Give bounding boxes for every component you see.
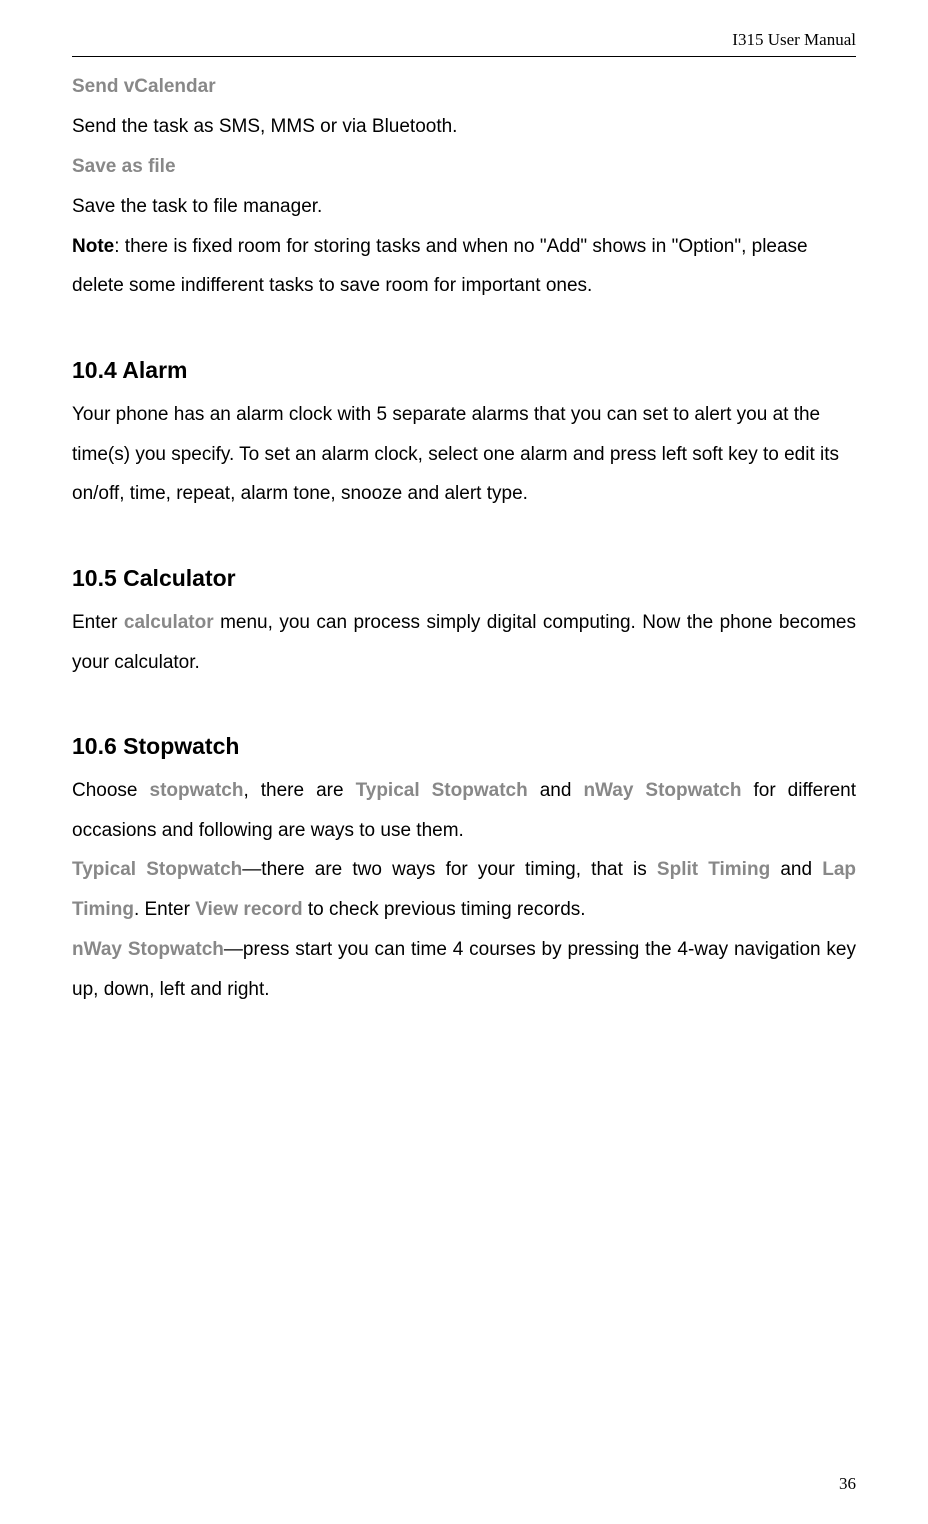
nway-stopwatch-body: nWay Stopwatch—press start you can time …	[72, 930, 856, 1010]
page-number: 36	[839, 1474, 856, 1494]
stopwatch-kw1: stopwatch	[150, 780, 244, 801]
send-vcalendar-body: Send the task as SMS, MMS or via Bluetoo…	[72, 107, 856, 147]
typical-mid2: and	[770, 859, 822, 880]
note-body: : there is fixed room for storing tasks …	[72, 236, 808, 297]
note-label: Note	[72, 236, 114, 257]
alarm-body: Your phone has an alarm clock with 5 sep…	[72, 395, 856, 515]
stopwatch-kw3: nWay Stopwatch	[583, 780, 741, 801]
send-vcalendar-title: Send vCalendar	[72, 67, 856, 107]
typical-suffix: . Enter	[134, 899, 195, 920]
stopwatch-heading: 10.6 Stopwatch	[72, 722, 856, 770]
stopwatch-intro: Choose stopwatch, there are Typical Stop…	[72, 771, 856, 851]
calculator-body: Enter calculator menu, you can process s…	[72, 603, 856, 683]
calculator-keyword: calculator	[124, 612, 214, 633]
typical-stopwatch-body: Typical Stopwatch—there are two ways for…	[72, 850, 856, 930]
save-as-file-title: Save as file	[72, 147, 856, 187]
save-as-file-note: Note: there is fixed room for storing ta…	[72, 227, 856, 307]
header-title: I315 User Manual	[72, 30, 856, 57]
typical-kw1: Split Timing	[657, 859, 770, 880]
save-as-file-body: Save the task to file manager.	[72, 187, 856, 227]
stopwatch-mid1: , there are	[243, 780, 355, 801]
typical-label: Typical Stopwatch	[72, 859, 242, 880]
typical-kw3: View record	[195, 899, 302, 920]
stopwatch-mid2: and	[528, 780, 584, 801]
stopwatch-kw2: Typical Stopwatch	[356, 780, 528, 801]
stopwatch-intro-prefix: Choose	[72, 780, 150, 801]
typical-mid1: —there are two ways for your timing, tha…	[242, 859, 657, 880]
typical-end: to check previous timing records.	[303, 899, 586, 920]
page-content: I315 User Manual Send vCalendar Send the…	[0, 0, 928, 1040]
calculator-prefix: Enter	[72, 612, 124, 633]
calculator-heading: 10.5 Calculator	[72, 554, 856, 602]
alarm-heading: 10.4 Alarm	[72, 346, 856, 394]
nway-label: nWay Stopwatch	[72, 939, 224, 960]
